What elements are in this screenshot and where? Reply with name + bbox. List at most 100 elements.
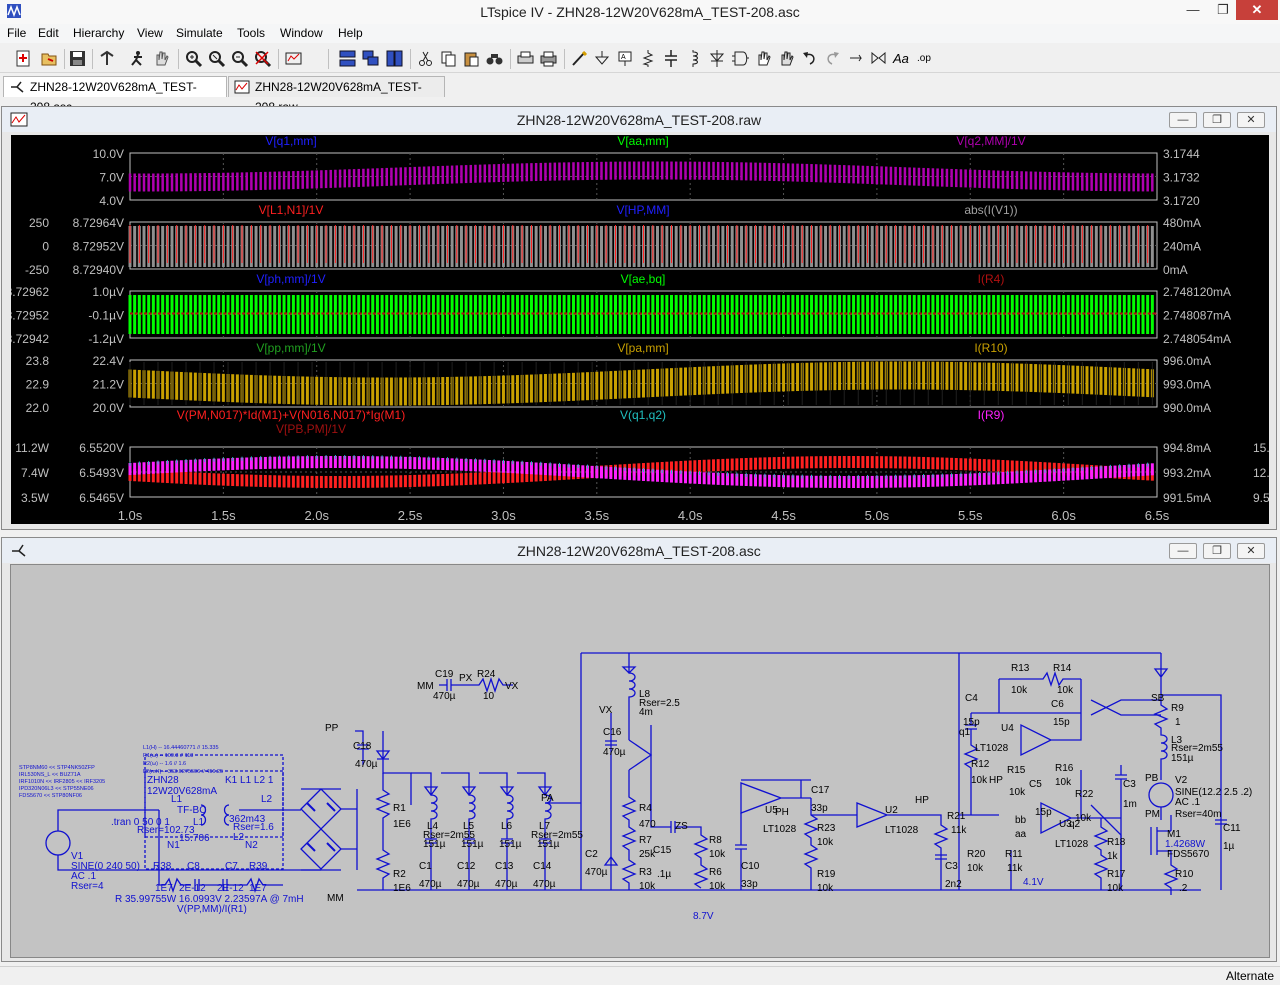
- draw-wire-icon[interactable]: [570, 49, 589, 68]
- menu-file[interactable]: File: [7, 26, 26, 40]
- mm-net-label-2: MM: [417, 681, 434, 692]
- label-net-icon[interactable]: A: [616, 49, 635, 68]
- menu-simulate[interactable]: Simulate: [176, 26, 223, 40]
- close-button[interactable]: ✕: [1236, 0, 1278, 20]
- r6-label: R6: [709, 867, 722, 878]
- resistor-icon[interactable]: [639, 49, 658, 68]
- copy-icon[interactable]: [439, 49, 458, 68]
- zoom-out-icon[interactable]: [230, 49, 249, 68]
- print-icon[interactable]: [539, 49, 558, 68]
- r2-value-label: 1E6: [393, 883, 411, 894]
- c18-value-label: 470µ: [355, 759, 378, 770]
- c1-label: C1: [419, 861, 432, 872]
- new-schematic-icon[interactable]: [14, 49, 33, 68]
- c11-value-label: 1µ: [1223, 841, 1235, 852]
- r4-label: R4: [639, 803, 652, 814]
- open-icon[interactable]: [40, 49, 59, 68]
- text-icon[interactable]: Aa: [892, 49, 911, 68]
- control-panel-icon[interactable]: [98, 49, 117, 68]
- print-preview-icon[interactable]: [516, 49, 535, 68]
- menu-edit[interactable]: Edit: [38, 26, 59, 40]
- c8-label: C8: [187, 861, 200, 872]
- drag-icon[interactable]: [777, 49, 796, 68]
- waveform-plot-area[interactable]: V[q1,mm] V[aa,mm] V[q2,MM]/1V 10.0V 7.0V 4.0V…: [6, 134, 1277, 524]
- y-tick-label: 22.4V: [93, 354, 124, 368]
- move-icon[interactable]: [754, 49, 773, 68]
- redo-icon[interactable]: [823, 49, 842, 68]
- save-icon[interactable]: [68, 49, 87, 68]
- cascade-icon[interactable]: [361, 49, 380, 68]
- menu-help[interactable]: Help: [338, 26, 363, 40]
- y-tick-label: 7.0V: [99, 171, 124, 185]
- toolbar-separator: [92, 49, 93, 69]
- minimize-button[interactable]: —: [1178, 0, 1208, 20]
- trace-label: V[pp,mm]/1V: [256, 341, 325, 355]
- menu-tools[interactable]: Tools: [237, 26, 265, 40]
- paste-icon[interactable]: [462, 49, 481, 68]
- x-tick-label: 1.0s: [118, 508, 143, 523]
- schematic-canvas[interactable]: .tran 0 50 0 1 V1 SINE(0 240 50) AC .1 R…: [10, 564, 1270, 958]
- schematic-close-button[interactable]: ✕: [1237, 543, 1265, 559]
- zoom-in-icon[interactable]: [184, 49, 203, 68]
- component-icon[interactable]: [731, 49, 750, 68]
- u2-part-label: LT1028: [885, 825, 919, 836]
- y-tick-label: 6.5465V: [79, 491, 124, 505]
- diode-icon[interactable]: [708, 49, 727, 68]
- tile-vertical-icon[interactable]: [385, 49, 404, 68]
- zoom-fit-icon[interactable]: [253, 49, 272, 68]
- capacitor-icon[interactable]: [662, 49, 681, 68]
- c2-value-label: 470µ: [585, 867, 608, 878]
- trace-label: V[PB,PM]/1V: [276, 422, 346, 436]
- schematic-restore-button[interactable]: ❐: [1203, 543, 1231, 559]
- c3b-label: C3: [1123, 779, 1136, 790]
- c17-value-label: 33p: [811, 803, 828, 814]
- pan-icon[interactable]: [207, 49, 226, 68]
- trace-label: abs(I(V1)): [964, 203, 1017, 217]
- tile-horizontal-icon[interactable]: [338, 49, 357, 68]
- menu-hierarchy[interactable]: Hierarchy: [73, 26, 124, 40]
- mirror-icon[interactable]: [869, 49, 888, 68]
- menu-window[interactable]: Window: [280, 26, 323, 40]
- x-tick-label: 2.5s: [398, 508, 423, 523]
- run-icon[interactable]: [128, 49, 147, 68]
- r10-value-label: .2: [1179, 883, 1188, 894]
- y-right-tick-label: 994.8mA: [1163, 441, 1211, 455]
- waveform-restore-button[interactable]: ❐: [1203, 112, 1231, 128]
- c11-label: C11: [1223, 823, 1241, 834]
- menu-view[interactable]: View: [137, 26, 163, 40]
- ground-icon[interactable]: [593, 49, 612, 68]
- cut-icon[interactable]: [416, 49, 435, 68]
- c10-label: C10: [741, 861, 760, 872]
- c5-value-label: 15p: [1035, 807, 1052, 818]
- waveform-minimize-button[interactable]: —: [1169, 112, 1197, 128]
- schematic-minimize-button[interactable]: —: [1169, 543, 1197, 559]
- r22-label: R22: [1075, 789, 1094, 800]
- tab-waveform[interactable]: ZHN28-12W20V628mA_TEST-208.raw: [228, 76, 445, 114]
- rotate-icon[interactable]: [846, 49, 865, 68]
- y-tick-label: -0.1µV: [88, 309, 124, 323]
- r1-value-label: 1E6: [393, 819, 411, 830]
- x-tick-label: 3.0s: [491, 508, 516, 523]
- schematic-drawing[interactable]: .tran 0 50 0 1 V1 SINE(0 240 50) AC .1 R…: [11, 565, 1269, 957]
- c12-value-label: 470µ: [457, 879, 480, 890]
- waveform-plot[interactable]: V[q1,mm] V[aa,mm] V[q2,MM]/1V 10.0V 7.0V 4.0V…: [6, 134, 1277, 524]
- r17-value-label: 10k: [1107, 883, 1124, 894]
- inductor-icon[interactable]: [685, 49, 704, 68]
- pb-net-label: PB: [1145, 773, 1159, 784]
- halt-icon[interactable]: [152, 49, 171, 68]
- trace-label: V[ph,mm]/1V: [256, 272, 325, 286]
- mm-net-label: MM: [327, 893, 344, 904]
- find-icon[interactable]: [485, 49, 504, 68]
- toolbar: A Aa .op: [0, 44, 1280, 73]
- undo-icon[interactable]: [800, 49, 819, 68]
- c14-value-label: 470µ: [533, 879, 556, 890]
- zs-net-label: ZS: [675, 821, 688, 832]
- r38-label: R38: [153, 861, 172, 872]
- r2-label: R2: [393, 869, 406, 880]
- spice-directive-icon[interactable]: .op: [915, 49, 934, 68]
- maximize-button[interactable]: ❐: [1208, 0, 1238, 20]
- waveform-close-button[interactable]: ✕: [1237, 112, 1265, 128]
- autoscale-icon[interactable]: [284, 49, 303, 68]
- tab-schematic[interactable]: ZHN28-12W20V628mA_TEST-208.asc: [3, 76, 227, 114]
- r20-label: R20: [967, 849, 986, 860]
